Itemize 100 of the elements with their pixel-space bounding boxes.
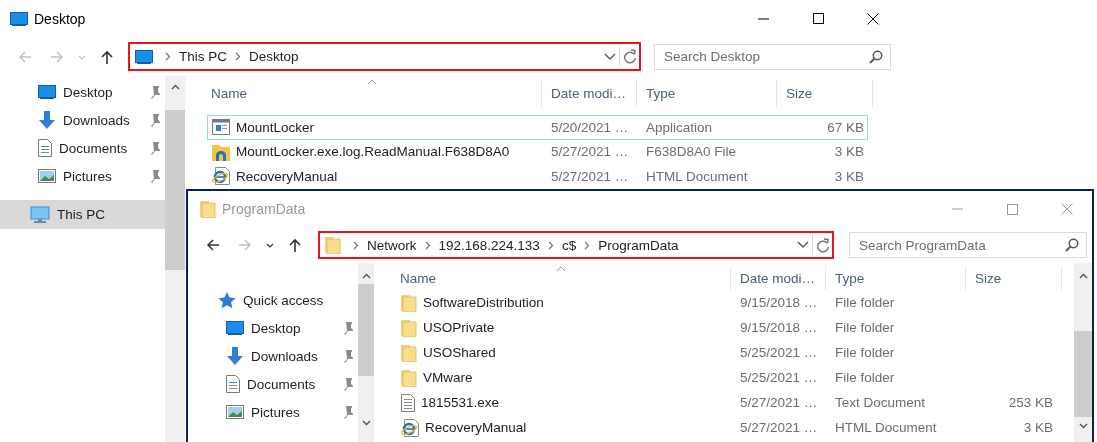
size-cell-text: 3 KB bbox=[1022, 420, 1053, 435]
download-icon bbox=[226, 347, 244, 365]
sidebar-item[interactable]: Desktop bbox=[0, 78, 165, 106]
chevron-icon bbox=[424, 240, 431, 250]
date-cell-text: 5/27/2021 … bbox=[739, 395, 819, 410]
file-icon bbox=[212, 142, 230, 161]
close-icon[interactable] bbox=[867, 12, 879, 25]
file-name: MountLocker bbox=[236, 119, 315, 135]
date-cell-text: 5/25/2021 … bbox=[739, 345, 819, 360]
scroll-down-icon[interactable] bbox=[1078, 423, 1088, 429]
sidebar-item[interactable]: Documents bbox=[0, 134, 165, 162]
window-title: ProgramData bbox=[222, 201, 306, 217]
sidebar-item[interactable]: Pictures bbox=[0, 162, 165, 190]
search-field[interactable]: Search ProgramData bbox=[849, 232, 1087, 258]
column-header[interactable]: Name bbox=[185, 80, 542, 107]
date-cell-text: 5/20/2021 … bbox=[550, 119, 630, 135]
file-row[interactable]: 1815531.exe 5/27/2021 … Text Document 253 KB bbox=[396, 390, 1057, 415]
search-field[interactable]: Search Desktop bbox=[654, 43, 891, 70]
address-bar[interactable]: This PC Desktop bbox=[128, 42, 641, 71]
scroll-up-icon[interactable] bbox=[361, 273, 371, 279]
file-row[interactable]: SoftwareDistribution 9/15/2018 … File folder bbox=[396, 290, 1057, 315]
date-cell-text: 5/25/2021 … bbox=[739, 370, 819, 385]
file-name: 1815531.exe bbox=[421, 395, 500, 410]
sidebar-item[interactable]: Desktop bbox=[188, 314, 358, 342]
sidebar-item[interactable]: Documents bbox=[188, 370, 358, 398]
download-icon bbox=[38, 111, 56, 129]
scroll-up-icon[interactable] bbox=[170, 84, 180, 90]
column-header[interactable]: Size bbox=[966, 267, 1062, 290]
file-row[interactable]: MountLocker 5/20/2021 … Application 67 KB bbox=[207, 115, 868, 140]
window-title: Desktop bbox=[34, 10, 86, 27]
scroll-up-icon[interactable] bbox=[1078, 273, 1088, 279]
size-cell-text: 253 KB bbox=[1007, 395, 1053, 410]
web-page-icon bbox=[212, 167, 230, 186]
scroll-down-icon[interactable] bbox=[361, 420, 371, 426]
maximize-icon[interactable] bbox=[812, 13, 824, 24]
sidebar-item[interactable]: This PC bbox=[0, 200, 165, 229]
file-row[interactable]: RecoveryManual 5/27/2021 … HTML Document 3 KB bbox=[207, 164, 868, 189]
picture-icon bbox=[226, 405, 244, 419]
file-row[interactable]: MountLocker.exe.log.ReadManual.F638D8A0 5/27/2021 … F638D8A0 File 3 KB bbox=[207, 139, 868, 164]
application-icon bbox=[212, 119, 230, 136]
sort-icon bbox=[367, 79, 377, 85]
file-name: VMware bbox=[423, 370, 473, 385]
size-cell-text: 3 KB bbox=[833, 144, 864, 160]
column-header[interactable]: Type bbox=[826, 267, 966, 290]
refresh-icon[interactable] bbox=[623, 49, 637, 64]
breadcrumb[interactable]: Network bbox=[367, 237, 417, 253]
scrollbar[interactable] bbox=[1074, 263, 1092, 442]
column-header[interactable]: Date modi… bbox=[731, 267, 826, 290]
size-cell-text: 3 KB bbox=[833, 168, 864, 184]
scrollbar[interactable] bbox=[165, 76, 185, 442]
chevron-icon bbox=[584, 240, 591, 250]
folder-icon bbox=[401, 343, 417, 362]
up-arrow-icon[interactable] bbox=[287, 237, 303, 253]
type-cell-text: HTML Document bbox=[834, 420, 938, 435]
file-row[interactable]: RecoveryManual 5/27/2021 … HTML Document 3 KB bbox=[396, 415, 1057, 440]
type-cell-text: File folder bbox=[834, 345, 896, 360]
back-arrow-icon[interactable] bbox=[205, 237, 221, 253]
folder-icon bbox=[401, 368, 417, 387]
file-row[interactable]: USOPrivate 9/15/2018 … File folder bbox=[396, 315, 1057, 340]
breadcrumb[interactable]: 192.168.224.133 bbox=[438, 237, 540, 253]
scrollbar[interactable] bbox=[358, 263, 374, 442]
minimize-icon[interactable] bbox=[757, 17, 769, 20]
sidebar-item[interactable]: Downloads bbox=[0, 106, 165, 134]
sort-icon bbox=[556, 266, 566, 272]
picture-icon bbox=[38, 169, 56, 183]
chevron-icon bbox=[165, 52, 171, 61]
up-arrow-icon[interactable] bbox=[99, 48, 115, 65]
file-row[interactable]: VMware 5/25/2021 … File folder bbox=[396, 365, 1057, 390]
type-cell-text: File folder bbox=[834, 320, 896, 335]
dropdown-icon[interactable] bbox=[604, 52, 616, 61]
monitor-icon bbox=[38, 85, 56, 99]
search-icon[interactable] bbox=[869, 49, 883, 64]
sidebar-item[interactable]: Downloads bbox=[188, 342, 358, 370]
folder-icon bbox=[325, 236, 341, 254]
file-name: MountLocker.exe.log.ReadManual.F638D8A0 bbox=[236, 144, 510, 160]
column-header[interactable]: Date modi… bbox=[542, 80, 637, 107]
chevron-icon bbox=[235, 52, 241, 61]
breadcrumb[interactable]: This PC bbox=[179, 49, 227, 64]
monitor-icon bbox=[226, 321, 244, 335]
text-file-icon bbox=[401, 393, 415, 412]
type-cell-text: Application bbox=[645, 119, 714, 135]
type-cell-text: HTML Document bbox=[645, 168, 749, 184]
breadcrumb[interactable]: Desktop bbox=[249, 49, 299, 64]
type-cell-text: Text Document bbox=[834, 395, 927, 410]
refresh-icon[interactable] bbox=[816, 237, 830, 253]
breadcrumb[interactable]: c$ bbox=[561, 237, 577, 253]
column-header[interactable]: Type bbox=[637, 80, 777, 107]
dropdown-icon[interactable] bbox=[797, 241, 809, 249]
sidebar-item[interactable]: Quick access bbox=[188, 286, 358, 314]
sidebar-item[interactable]: Pictures bbox=[188, 398, 358, 426]
file-name: RecoveryManual bbox=[425, 420, 527, 435]
file-row[interactable]: USOShared 5/25/2021 … File folder bbox=[396, 340, 1057, 365]
type-cell-text: File folder bbox=[834, 295, 896, 310]
file-name: SoftwareDistribution bbox=[423, 295, 544, 310]
search-icon[interactable] bbox=[1065, 238, 1079, 252]
address-bar[interactable]: Network 192.168.224.133 c$ ProgramData bbox=[318, 231, 834, 259]
size-cell-text: 67 KB bbox=[826, 119, 864, 135]
column-header[interactable]: Name bbox=[374, 267, 731, 290]
column-header[interactable]: Size bbox=[777, 80, 873, 107]
breadcrumb[interactable]: ProgramData bbox=[598, 237, 679, 253]
